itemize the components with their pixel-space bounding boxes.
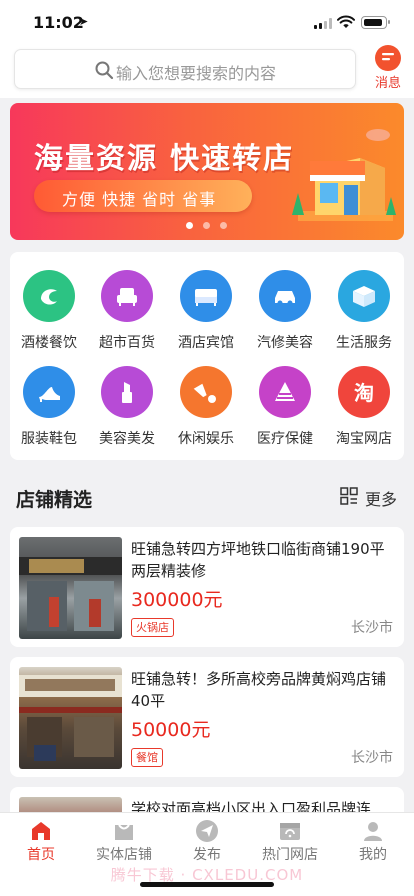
pills-icon (259, 366, 311, 418)
listing-price: 50000元 (131, 719, 211, 741)
listing-tag: 火锅店 (131, 618, 174, 637)
car-icon (259, 270, 311, 322)
shop-icon (115, 824, 133, 840)
tab-label: 发布 (193, 847, 221, 863)
more-label: 更多 (365, 490, 398, 509)
battery-icon (361, 16, 390, 29)
banner-subtitle: 方便 快捷 省时 省事 (62, 190, 217, 209)
bed-icon (180, 270, 232, 322)
category-hotel[interactable]: 酒店宾馆 (167, 260, 245, 351)
status-bar: 11:02 ➤ (0, 0, 414, 44)
shop-photo (19, 667, 122, 769)
promo-banner[interactable]: 海量资源 快速转店 方便 快捷 省时 省事 (10, 103, 404, 240)
category-beauty[interactable]: 美容美发 (88, 356, 166, 447)
lipstick-icon (101, 366, 153, 418)
message-icon (375, 45, 401, 71)
listing-title: 旺铺急转四方坪地铁口临街商铺190平两层精装修 (131, 540, 385, 580)
listing-card[interactable]: 旺铺急转四方坪地铁口临街商铺190平两层精装修 300000元 火锅店 长沙市 (10, 527, 404, 647)
listing-title: 旺铺急转！多所高校旁品牌黄焖鸡店铺40平 (131, 670, 387, 710)
wifi-icon (337, 15, 355, 28)
tab-popular-online-shops[interactable]: 热门网店 (249, 813, 331, 865)
category-label: 医疗保健 (257, 431, 313, 447)
tab-label: 热门网店 (262, 847, 318, 863)
listing-city: 长沙市 (351, 750, 393, 766)
search-icon (95, 61, 114, 80)
category-auto[interactable]: 汽修美容 (246, 260, 324, 351)
category-medical[interactable]: 医疗保健 (246, 356, 324, 447)
banner-dot[interactable] (186, 222, 193, 229)
tab-mine[interactable]: 我的 (332, 813, 414, 865)
search-placeholder: 输入您想要搜索的内容 (116, 64, 277, 83)
send-icon (196, 820, 218, 842)
search-input[interactable]: 输入您想要搜索的内容 (14, 49, 356, 89)
banner-dot[interactable] (220, 222, 227, 229)
listing-city: 长沙市 (351, 620, 393, 636)
shrimp-icon (23, 270, 75, 322)
messages-label: 消息 (374, 76, 401, 91)
online-store-icon (280, 823, 300, 840)
cellular-signal-icon (314, 18, 334, 29)
category-taobao[interactable]: 淘 淘宝网店 (325, 356, 403, 447)
tab-publish[interactable]: 发布 (166, 813, 248, 865)
category-supermarket[interactable]: 超市百货 (88, 260, 166, 351)
category-label: 超市百货 (99, 335, 155, 351)
box-icon (338, 270, 390, 322)
status-time: 11:02 (33, 13, 84, 32)
category-clothing[interactable]: 服装鞋包 (10, 356, 88, 447)
banner-dot[interactable] (203, 222, 210, 229)
shop-photo (19, 537, 122, 639)
taobao-icon: 淘 (338, 366, 390, 418)
grid-icon (340, 487, 358, 505)
listing-price: 300000元 (131, 589, 223, 611)
category-label: 汽修美容 (257, 335, 313, 351)
header: 输入您想要搜索的内容 消息 (0, 44, 414, 98)
tab-label: 首页 (27, 847, 55, 863)
category-label: 生活服务 (336, 335, 392, 351)
tab-label: 实体店铺 (96, 847, 152, 863)
category-label: 酒楼餐饮 (21, 335, 77, 351)
category-leisure[interactable]: 休闲娱乐 (167, 356, 245, 447)
category-label: 美容美发 (99, 431, 155, 447)
listing-tag: 餐馆 (131, 748, 163, 767)
category-label: 淘宝网店 (336, 431, 392, 447)
more-button[interactable]: 更多 (340, 486, 400, 509)
category-label: 酒店宾馆 (178, 335, 234, 351)
section-title: 店铺精选 (16, 489, 93, 511)
tab-physical-shops[interactable]: 实体店铺 (83, 813, 165, 865)
category-label: 休闲娱乐 (178, 431, 234, 447)
high-heel-icon (23, 366, 75, 418)
home-icon (32, 822, 50, 840)
tab-label: 我的 (359, 847, 387, 863)
home-indicator[interactable] (140, 882, 274, 887)
banner-title: 海量资源 快速转店 (34, 141, 295, 175)
svg-text:淘: 淘 (354, 381, 374, 405)
tab-home[interactable]: 首页 (0, 813, 82, 865)
category-label: 服装鞋包 (21, 431, 77, 447)
shuttlecock-icon (180, 366, 232, 418)
location-arrow-icon: ➤ (79, 15, 89, 28)
storefront-illustration-icon (292, 129, 396, 221)
category-grid: 酒楼餐饮 超市百货 酒店宾馆 汽修美容 生活服务 服装鞋包 美容美发 休闲娱乐 … (10, 252, 404, 460)
category-life-services[interactable]: 生活服务 (325, 260, 403, 351)
user-icon (364, 822, 382, 841)
messages-button[interactable]: 消息 (368, 44, 408, 94)
sofa-icon (101, 270, 153, 322)
listing-card[interactable]: 旺铺急转！多所高校旁品牌黄焖鸡店铺40平 50000元 餐馆 长沙市 (10, 657, 404, 777)
category-dining[interactable]: 酒楼餐饮 (10, 260, 88, 351)
